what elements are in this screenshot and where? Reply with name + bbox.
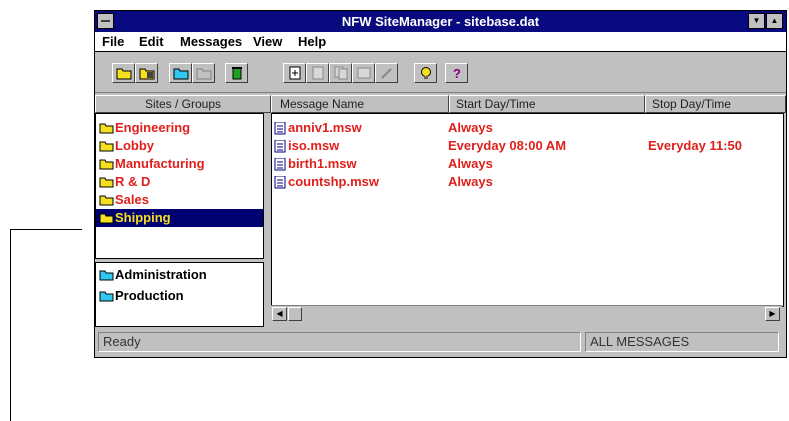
group-item-sales[interactable]: Sales [99,191,259,209]
sites-groups-header[interactable]: Sites / Groups [95,95,271,113]
hint-button[interactable] [414,63,437,83]
horizontal-scrollbar[interactable]: ◀ ▶ [271,305,782,322]
svg-text:?: ? [453,66,461,80]
toolbar: ? [95,53,786,93]
group-item-r-and-d[interactable]: R & D [99,173,259,191]
site-item-administration[interactable]: Administration [99,266,259,284]
message-name: anniv1.msw [288,120,362,135]
folder-icon [99,141,114,152]
group-item-lobby[interactable]: Lobby [99,137,259,155]
group-item-manufacturing[interactable]: Manufacturing [99,155,259,173]
maximize-button[interactable]: ▲ [766,13,783,29]
minimize-button[interactable]: ▼ [748,13,765,29]
scroll-right-button[interactable]: ▶ [765,307,780,321]
folder-icon [99,177,114,188]
scroll-thumb[interactable] [288,307,302,321]
groups-list: Engineering Lobby Manufacturing R & D Sa… [95,113,264,259]
menu-view[interactable]: View [253,34,282,49]
sites-list: Administration Production [95,262,264,327]
import-document-icon [289,66,301,80]
disabled-document-icon [312,66,324,80]
status-bar: Ready ALL MESSAGES [95,329,786,357]
folder-disk-icon [139,68,155,80]
disabled-folder-icon [196,68,212,80]
folder-icon [99,159,114,170]
message-start: Everyday 08:00 AM [448,138,567,153]
disabled-copy-icon [334,66,348,80]
site-item-production[interactable]: Production [99,287,259,305]
import-button[interactable] [283,63,306,83]
message-name: birth1.msw [288,156,357,171]
message-start: Always [448,174,493,189]
scroll-left-button[interactable]: ◀ [272,307,287,321]
edit-button[interactable] [375,63,398,83]
site-folder-icon [99,291,114,302]
properties-button[interactable] [352,63,375,83]
save-folder-button[interactable] [135,63,158,83]
document-icon [274,176,286,189]
blue-folder-icon [173,68,189,80]
document-icon [274,122,286,135]
message-stop: Everyday 11:50 [648,138,742,153]
app-window: NFW SiteManager - sitebase.dat ▼ ▲ File … [94,10,787,358]
open-folder-button[interactable] [112,63,135,83]
delete-button[interactable] [225,63,248,83]
status-text: Ready [98,332,581,352]
message-start: Always [448,156,493,171]
question-mark-icon: ? [453,66,461,80]
message-row[interactable]: anniv1.msw Always [274,119,779,137]
export-button[interactable] [306,63,329,83]
message-name: countshp.msw [288,174,380,189]
status-filter: ALL MESSAGES [585,332,779,352]
new-group-button[interactable] [169,63,192,83]
message-row[interactable]: iso.msw Everyday 08:00 AM Everyday 11:50 [274,137,779,155]
messages-list: anniv1.msw Always iso.msw Everyday 08:00… [271,113,784,307]
column-header-stop-time[interactable]: Stop Day/Time [645,95,786,113]
pencil-icon [381,68,392,79]
menu-bar: File Edit Messages View Help [95,32,786,52]
menu-help[interactable]: Help [298,34,326,49]
folder-icon [99,195,114,206]
message-row[interactable]: countshp.msw Always [274,173,779,191]
trash-can-icon [232,67,242,80]
menu-file[interactable]: File [102,34,124,49]
open-folder-icon [99,213,114,224]
document-icon [274,140,286,153]
column-header-start-time[interactable]: Start Day/Time [449,95,645,113]
groups-list-bottom [96,249,263,258]
message-name: iso.msw [288,138,340,153]
group-item-shipping[interactable]: Shipping [96,209,263,227]
site-folder-icon [99,270,114,281]
message-start: Always [448,120,493,135]
column-header-message-name[interactable]: Message Name [271,95,449,113]
light-bulb-icon [421,67,431,79]
callout-line-vertical [10,229,11,421]
folder-icon [99,123,114,134]
help-button[interactable]: ? [445,63,468,83]
copy-button[interactable] [329,63,352,83]
disabled-properties-icon [357,67,371,79]
document-icon [274,158,286,171]
callout-line-horizontal [10,229,82,230]
menu-messages[interactable]: Messages [180,34,242,49]
group-properties-button[interactable] [192,63,215,83]
group-item-engineering[interactable]: Engineering [99,119,259,137]
title-bar: NFW SiteManager - sitebase.dat ▼ ▲ [95,11,786,32]
menu-edit[interactable]: Edit [139,34,164,49]
message-row[interactable]: birth1.msw Always [274,155,779,173]
window-title: NFW SiteManager - sitebase.dat [341,14,540,29]
open-folder-icon [116,68,132,80]
